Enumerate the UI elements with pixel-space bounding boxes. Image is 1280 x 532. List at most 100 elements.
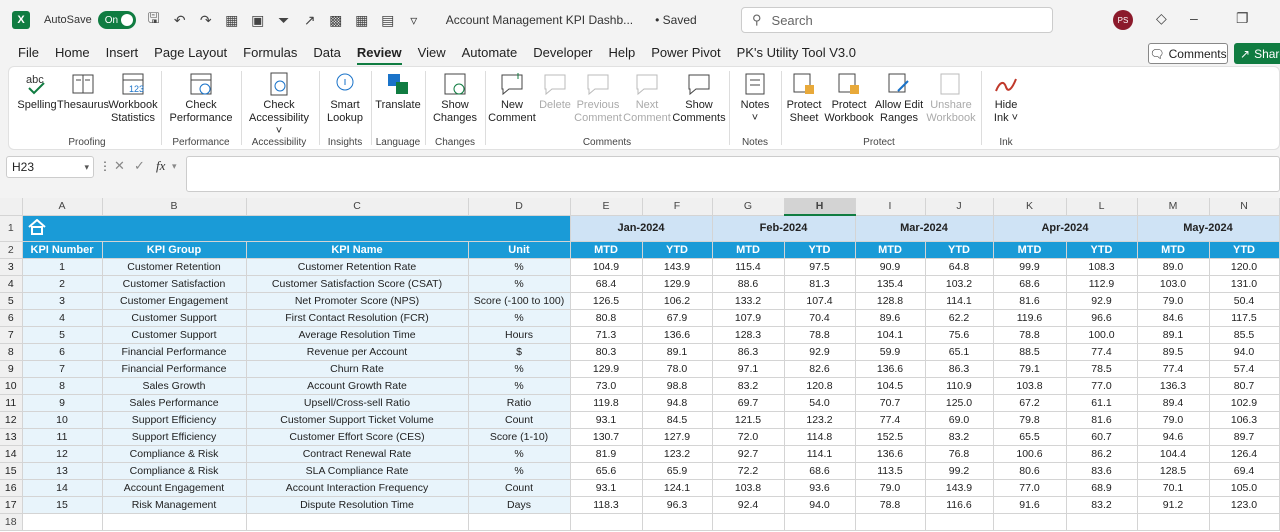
data-cell[interactable]: 123.2	[784, 411, 856, 429]
period-header[interactable]: MTD	[570, 241, 643, 259]
empty-cell[interactable]	[993, 513, 1067, 531]
column-title[interactable]: KPI Group	[102, 241, 247, 259]
data-cell[interactable]: 125.0	[925, 394, 994, 412]
column-header-j[interactable]: J	[925, 198, 994, 216]
tab-page-layout[interactable]: Page Layout	[146, 40, 235, 66]
data-cell[interactable]: 91.2	[1137, 496, 1210, 514]
data-cell[interactable]: 77.4	[1066, 343, 1138, 361]
data-cell[interactable]: 62.2	[925, 309, 994, 327]
data-cell[interactable]: 68.6	[993, 275, 1067, 293]
period-header[interactable]: YTD	[925, 241, 994, 259]
data-cell[interactable]: 136.6	[855, 360, 926, 378]
data-cell[interactable]: 102.9	[1209, 394, 1280, 412]
column-header-d[interactable]: D	[468, 198, 571, 216]
data-cell[interactable]: 119.8	[570, 394, 643, 412]
data-cell[interactable]: Sales Growth	[102, 377, 247, 395]
comments-button[interactable]: 🗨 Comments	[1148, 43, 1228, 64]
smart-lookup-button[interactable]: Smart Lookup	[317, 71, 373, 125]
data-cell[interactable]: 97.5	[784, 258, 856, 276]
data-cell[interactable]: 79.1	[993, 360, 1067, 378]
data-cell[interactable]: 110.9	[925, 377, 994, 395]
data-cell[interactable]: 68.9	[1066, 479, 1138, 497]
data-cell[interactable]: Count	[468, 411, 571, 429]
data-cell[interactable]: 103.0	[1137, 275, 1210, 293]
data-cell[interactable]: 1	[22, 258, 103, 276]
data-cell[interactable]: 9	[22, 394, 103, 412]
empty-cell[interactable]	[468, 513, 571, 531]
tab-power-pivot[interactable]: Power Pivot	[643, 40, 728, 66]
data-cell[interactable]: 59.9	[855, 343, 926, 361]
column-header-n[interactable]: N	[1209, 198, 1280, 216]
month-header[interactable]: Jan-2024	[570, 215, 713, 242]
data-cell[interactable]: 83.6	[1066, 462, 1138, 480]
data-cell[interactable]: 67.2	[993, 394, 1067, 412]
data-cell[interactable]: 92.9	[1066, 292, 1138, 310]
data-cell[interactable]: 94.0	[1209, 343, 1280, 361]
row-header[interactable]: 10	[0, 377, 23, 395]
data-cell[interactable]: 136.3	[1137, 377, 1210, 395]
data-cell[interactable]: 94.0	[784, 496, 856, 514]
data-cell[interactable]: 121.5	[712, 411, 785, 429]
data-cell[interactable]: 50.4	[1209, 292, 1280, 310]
data-cell[interactable]: 120.8	[784, 377, 856, 395]
row-header[interactable]: 11	[0, 394, 23, 412]
column-header-k[interactable]: K	[993, 198, 1067, 216]
data-cell[interactable]: 128.8	[855, 292, 926, 310]
show-comments-button[interactable]: Show Comments	[671, 71, 727, 125]
data-cell[interactable]: %	[468, 445, 571, 463]
data-cell[interactable]: 117.5	[1209, 309, 1280, 327]
data-cell[interactable]: First Contact Resolution (FCR)	[246, 309, 469, 327]
data-cell[interactable]: 69.7	[712, 394, 785, 412]
data-cell[interactable]: 78.8	[784, 326, 856, 344]
empty-cell[interactable]	[855, 513, 926, 531]
empty-cell[interactable]	[712, 513, 785, 531]
data-cell[interactable]: 65.1	[925, 343, 994, 361]
data-cell[interactable]: 143.9	[925, 479, 994, 497]
workbook-statistics-button[interactable]: 123 Workbook Statistics	[105, 71, 161, 125]
data-cell[interactable]: Customer Support	[102, 326, 247, 344]
data-cell[interactable]: 86.3	[712, 343, 785, 361]
data-cell[interactable]: 135.4	[855, 275, 926, 293]
data-cell[interactable]: %	[468, 360, 571, 378]
data-cell[interactable]: 81.3	[784, 275, 856, 293]
data-cell[interactable]: 79.8	[993, 411, 1067, 429]
tab-review[interactable]: Review	[349, 40, 410, 66]
data-cell[interactable]: 83.2	[925, 428, 994, 446]
data-cell[interactable]: Revenue per Account	[246, 343, 469, 361]
data-cell[interactable]: 65.9	[642, 462, 713, 480]
data-cell[interactable]: %	[468, 377, 571, 395]
data-cell[interactable]: 72.2	[712, 462, 785, 480]
column-header-a[interactable]: A	[22, 198, 103, 216]
data-cell[interactable]: Customer Retention Rate	[246, 258, 469, 276]
data-cell[interactable]: 78.8	[993, 326, 1067, 344]
image-icon[interactable]: ▣	[250, 12, 266, 29]
data-cell[interactable]: 83.2	[712, 377, 785, 395]
data-cell[interactable]: 133.2	[712, 292, 785, 310]
data-cell[interactable]: 115.4	[712, 258, 785, 276]
data-cell[interactable]: 13	[22, 462, 103, 480]
data-cell[interactable]: 97.1	[712, 360, 785, 378]
enter-icon[interactable]: ✓	[134, 158, 145, 174]
filter-icon[interactable]: ⏷	[276, 12, 292, 29]
data-cell[interactable]: 64.8	[925, 258, 994, 276]
data-cell[interactable]: 65.6	[570, 462, 643, 480]
data-cell[interactable]: 89.1	[642, 343, 713, 361]
data-cell[interactable]: 81.6	[993, 292, 1067, 310]
data-cell[interactable]: 92.9	[784, 343, 856, 361]
restore-icon[interactable]: ❐	[1236, 10, 1249, 27]
data-cell[interactable]: Compliance & Risk	[102, 445, 247, 463]
data-cell[interactable]: 70.4	[784, 309, 856, 327]
period-header[interactable]: YTD	[1209, 241, 1280, 259]
data-cell[interactable]: Count	[468, 479, 571, 497]
period-header[interactable]: MTD	[993, 241, 1067, 259]
data-cell[interactable]: 79.0	[1137, 411, 1210, 429]
data-cell[interactable]: 131.0	[1209, 275, 1280, 293]
data-cell[interactable]: 96.6	[1066, 309, 1138, 327]
cancel-icon[interactable]: ✕	[114, 158, 125, 174]
data-cell[interactable]: 5	[22, 326, 103, 344]
data-cell[interactable]: 83.2	[1066, 496, 1138, 514]
data-cell[interactable]: 96.3	[642, 496, 713, 514]
data-cell[interactable]: 103.2	[925, 275, 994, 293]
data-cell[interactable]: 89.1	[1137, 326, 1210, 344]
row-header[interactable]: 1	[0, 215, 23, 242]
